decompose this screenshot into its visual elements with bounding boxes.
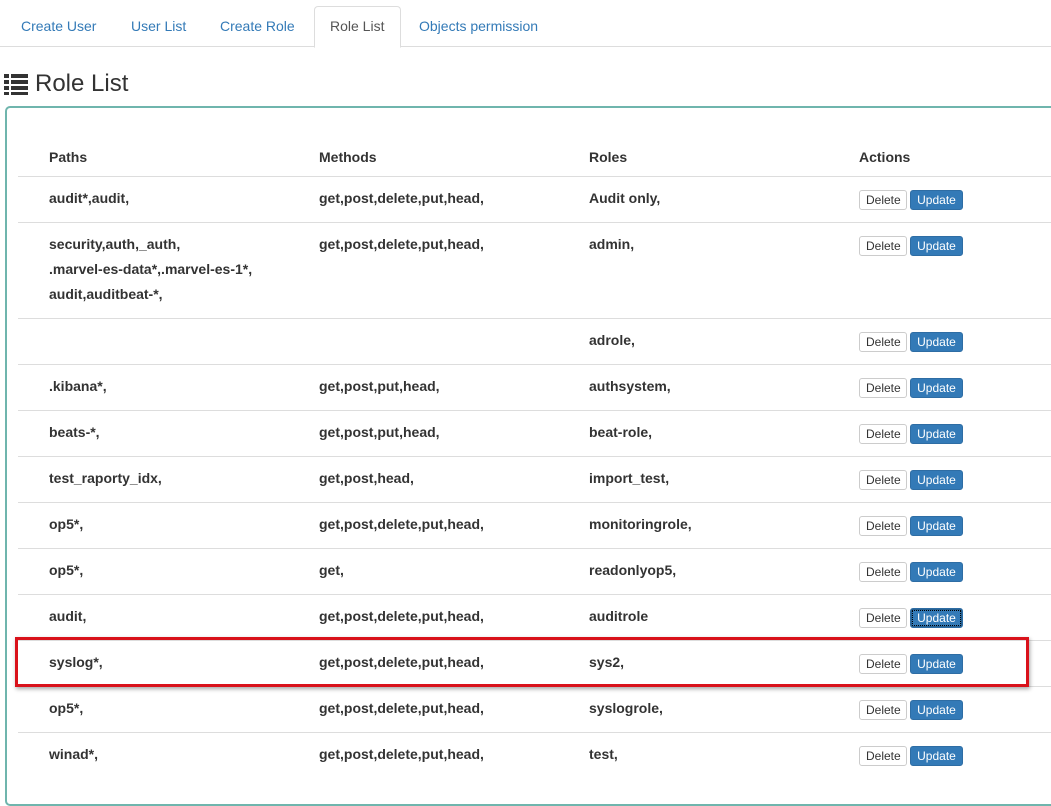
delete-button[interactable]: Delete: [859, 746, 907, 766]
table-row: security,auth,_auth, .marvel-es-data*,.m…: [18, 222, 1051, 318]
delete-button[interactable]: Delete: [859, 470, 907, 490]
update-button[interactable]: Update: [910, 700, 963, 720]
table-row: op5*, get,post,delete,put,head, monitori…: [18, 502, 1051, 548]
cell-paths: op5*,: [49, 516, 84, 532]
cell-roles: authsystem,: [589, 378, 671, 394]
delete-button[interactable]: Delete: [859, 608, 907, 628]
delete-button[interactable]: Delete: [859, 700, 907, 720]
cell-roles: sys2,: [589, 654, 625, 670]
cell-paths: syslog*,: [49, 654, 103, 670]
cell-paths: audit,: [49, 608, 87, 624]
cell-roles: syslogrole,: [589, 700, 663, 716]
cell-methods: get,post,delete,put,head,: [319, 654, 484, 670]
cell-paths: op5*,: [49, 700, 84, 716]
delete-button[interactable]: Delete: [859, 516, 907, 536]
cell-roles: beat-role,: [589, 424, 653, 440]
cell-roles: import_test,: [589, 470, 670, 486]
cell-roles: auditrole: [589, 608, 649, 624]
cell-methods: get,post,delete,put,head,: [319, 236, 484, 252]
table-row: winad*, get,post,delete,put,head, test, …: [18, 732, 1051, 778]
table-row: op5*, get,post,delete,put,head, syslogro…: [18, 686, 1051, 732]
tab-create-user[interactable]: Create User: [6, 6, 111, 47]
cell-methods: get,post,delete,put,head,: [319, 746, 484, 762]
table-row: audit*,audit, get,post,delete,put,head, …: [18, 176, 1051, 222]
update-button[interactable]: Update: [910, 608, 963, 628]
table-row: syslog*, get,post,delete,put,head, sys2,…: [18, 640, 1051, 686]
update-button[interactable]: Update: [910, 190, 963, 210]
cell-paths: test_raporty_idx,: [49, 470, 162, 486]
tab-role-list[interactable]: Role List: [314, 6, 401, 48]
cell-methods: get,post,delete,put,head,: [319, 516, 484, 532]
update-button[interactable]: Update: [910, 332, 963, 352]
cell-methods: get,post,delete,put,head,: [319, 190, 484, 206]
cell-methods: [319, 319, 579, 328]
update-button[interactable]: Update: [910, 516, 963, 536]
page-title: Role List: [35, 70, 129, 97]
cell-roles: test,: [589, 746, 618, 762]
cell-methods: get,: [319, 562, 344, 578]
update-button[interactable]: Update: [910, 470, 963, 490]
update-button[interactable]: Update: [910, 378, 963, 398]
cell-paths: winad*,: [49, 746, 99, 762]
tab-user-list[interactable]: User List: [116, 6, 201, 47]
update-button[interactable]: Update: [910, 746, 963, 766]
header-roles: Roles: [589, 149, 628, 165]
header-actions: Actions: [859, 149, 911, 165]
cell-roles: adrole,: [589, 332, 635, 348]
nav-tabs: Create User User List Create Role Role L…: [0, 0, 1051, 48]
delete-button[interactable]: Delete: [859, 654, 907, 674]
cell-methods: get,post,put,head,: [319, 424, 440, 440]
update-button[interactable]: Update: [910, 236, 963, 256]
cell-methods: get,post,put,head,: [319, 378, 440, 394]
cell-roles: readonlyop5,: [589, 562, 677, 578]
table-row: audit, get,post,delete,put,head, auditro…: [18, 594, 1051, 640]
update-button[interactable]: Update: [910, 424, 963, 444]
cell-paths: security,auth,_auth, .marvel-es-data*,.m…: [49, 236, 253, 302]
delete-button[interactable]: Delete: [859, 332, 907, 352]
cell-paths: [49, 319, 309, 328]
role-table: Paths Methods Roles Actions audit*,audit…: [18, 137, 1051, 778]
page-heading: Role List: [4, 68, 128, 100]
update-button[interactable]: Update: [910, 654, 963, 674]
tab-objects-permission[interactable]: Objects permission: [404, 6, 553, 47]
delete-button[interactable]: Delete: [859, 236, 907, 256]
cell-methods: get,post,delete,put,head,: [319, 700, 484, 716]
delete-button[interactable]: Delete: [859, 378, 907, 398]
header-methods: Methods: [319, 149, 377, 165]
cell-paths: beats-*,: [49, 424, 100, 440]
table-row: beats-*, get,post,put,head, beat-role, D…: [18, 410, 1051, 456]
header-paths: Paths: [49, 149, 88, 165]
table-row: op5*, get, readonlyop5, Delete Update: [18, 548, 1051, 594]
table-row: adrole, Delete Update: [18, 318, 1051, 364]
update-button[interactable]: Update: [910, 562, 963, 582]
cell-methods: get,post,head,: [319, 470, 414, 486]
cell-paths: op5*,: [49, 562, 84, 578]
table-row: .kibana*, get,post,put,head, authsystem,…: [18, 364, 1051, 410]
delete-button[interactable]: Delete: [859, 190, 907, 210]
tab-create-role[interactable]: Create Role: [205, 6, 310, 47]
cell-paths: .kibana*,: [49, 378, 107, 394]
cell-roles: monitoringrole,: [589, 516, 692, 532]
table-row: test_raporty_idx, get,post,head, import_…: [18, 456, 1051, 502]
cell-paths: audit*,audit,: [49, 190, 130, 206]
cell-roles: admin,: [589, 236, 635, 252]
table-header: Paths Methods Roles Actions: [18, 137, 1051, 176]
cell-methods: get,post,delete,put,head,: [319, 608, 484, 624]
list-icon: [4, 74, 28, 95]
cell-roles: Audit only,: [589, 190, 661, 206]
delete-button[interactable]: Delete: [859, 424, 907, 444]
delete-button[interactable]: Delete: [859, 562, 907, 582]
